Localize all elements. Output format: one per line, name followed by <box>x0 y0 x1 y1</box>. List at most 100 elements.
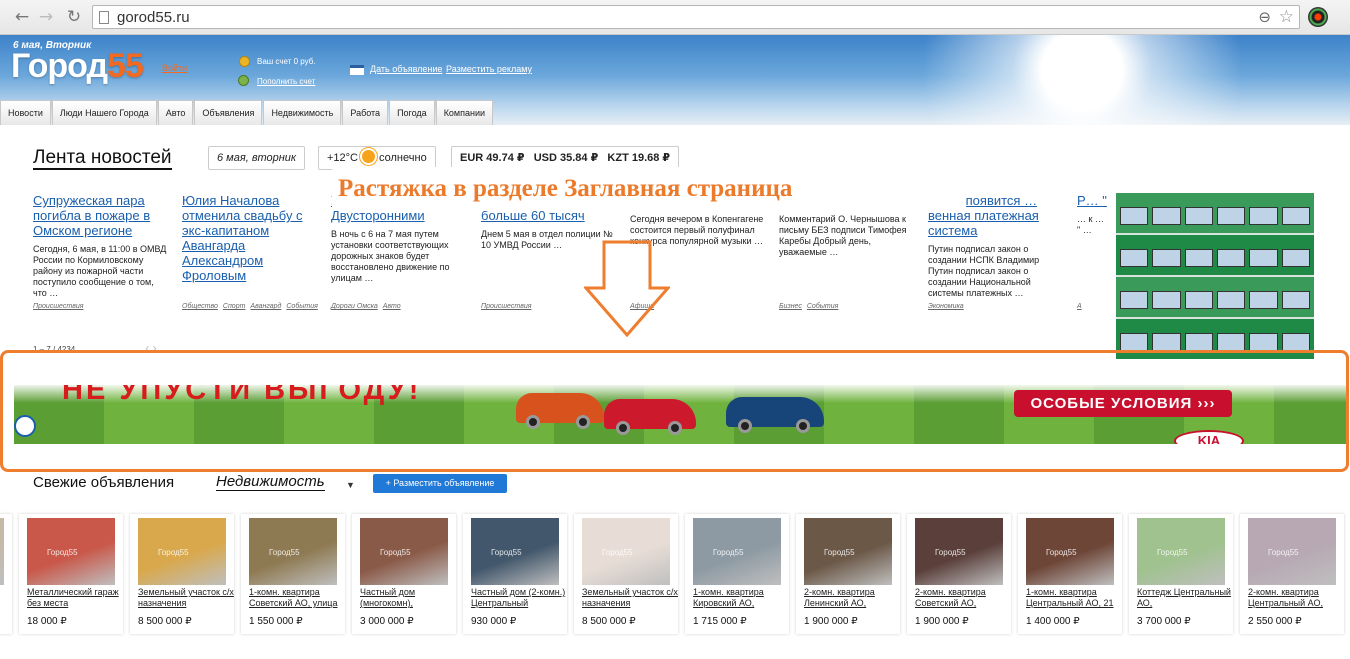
ad-card[interactable]: Город55 1-комн. квартира Советский АО, ул… <box>241 514 345 634</box>
topup-link[interactable]: Пополнить счет <box>257 77 315 86</box>
ad-photo[interactable]: Город55 <box>249 518 337 585</box>
nav-tab[interactable]: Люди Нашего Города <box>51 100 157 125</box>
ad-card[interactable]: Город55 Частный дом (2-комн.) Центральный… <box>463 514 567 634</box>
address-bar[interactable]: gorod55.ru ⊖ ☆ <box>92 5 1300 29</box>
news-tag-link[interactable]: Авангард <box>250 303 281 310</box>
news-item-text: Путин подписал закон о создании НСПК Вла… <box>928 244 1040 298</box>
ad-card[interactable]: Город55 1-комн. квартира Кировский АО, 1 7… <box>685 514 789 634</box>
ad-title[interactable]: Земельный участок с/х назначения <box>582 587 678 611</box>
post-ad-button[interactable]: + Разместить объявление <box>373 474 507 493</box>
ad-title[interactable]: 2-комн. квартира Центральный АО, <box>1248 587 1344 611</box>
ad-title[interactable]: Частный дом (2-комн.) Центральный <box>471 587 567 611</box>
ad-photo[interactable]: Город55 <box>471 518 559 585</box>
ad-photo[interactable]: Город55 <box>693 518 781 585</box>
news-item-tags: Происшествия <box>481 303 601 311</box>
news-tag-link[interactable]: Бизнес <box>779 303 802 310</box>
news-item-tags: Экономика <box>928 303 1048 311</box>
ad-photo[interactable]: Город55 <box>804 518 892 585</box>
news-tag-link[interactable]: Спорт <box>223 303 246 310</box>
ad-photo[interactable]: Город55 <box>360 518 448 585</box>
photo-watermark: Город55 <box>1046 548 1077 557</box>
news-tag-link[interactable]: А <box>1077 303 1082 310</box>
ad-card[interactable]: Город55 …ица <box>0 514 12 634</box>
ads-category-select[interactable]: Недвижимость <box>216 473 325 491</box>
ad-card[interactable]: Город55 2-комн. квартира Советский АО, 1 9… <box>907 514 1011 634</box>
news-item-title[interactable]: Р… " <box>1077 193 1107 208</box>
ad-photo[interactable]: Город55 <box>27 518 115 585</box>
ad-card[interactable]: Город55 Земельный участок с/х назначения 8… <box>574 514 678 634</box>
ad-photo[interactable]: Город55 <box>1248 518 1336 585</box>
nav-tab[interactable]: Новости <box>0 100 51 125</box>
side-ad-shelves[interactable] <box>1116 193 1314 359</box>
temperature: +12°C <box>327 152 359 164</box>
news-item-title[interactable]: Супружеская пара погибла в пожаре в Омск… <box>33 193 168 238</box>
ad-card[interactable]: Город55 Частный дом (многокомн), 3 000 000… <box>352 514 456 634</box>
ad-title[interactable]: Металлический гараж без места <box>27 587 123 611</box>
nav-tab[interactable]: Погода <box>389 100 435 125</box>
ad-price: 8 500 000 ₽ <box>138 616 192 627</box>
news-tag-link[interactable]: Экономика <box>928 303 964 310</box>
place-ad-link[interactable]: Разместить рекламу <box>446 64 532 74</box>
login-link[interactable]: Войти <box>162 63 187 73</box>
photo-watermark: Город55 <box>824 548 855 557</box>
news-feed-title[interactable]: Лента новостей <box>33 148 172 170</box>
nav-tab[interactable]: Объявления <box>194 100 263 125</box>
fresh-ads-title: Свежие объявления <box>33 474 175 491</box>
url-text: gorod55.ru <box>117 9 190 26</box>
ad-title[interactable]: 1-комн. квартира Советский АО, улица <box>249 587 345 611</box>
ad-title[interactable]: Земельный участок с/х назначения <box>138 587 234 611</box>
ad-card[interactable]: Город55 Металлический гараж без места 18 0… <box>19 514 123 634</box>
news-item-title[interactable]: Юлия Началова отменила свадьбу с экс-кап… <box>182 193 317 283</box>
ad-title[interactable]: Коттедж Центральный АО, <box>1137 587 1233 611</box>
browser-toolbar: ← → ↻ gorod55.ru ⊖ ☆ <box>0 0 1350 35</box>
ad-card[interactable]: Город55 2-комн. квартира Центральный АО, 2… <box>1240 514 1344 634</box>
eur-rate: EUR 49.74 ₽ <box>460 152 525 164</box>
ad-card[interactable]: Город55 1-комн. квартира Центральный АО, … <box>1018 514 1122 634</box>
date-pill: 6 мая, вторник <box>208 146 306 170</box>
news-tag-link[interactable]: Происшествия <box>33 303 84 310</box>
ad-title[interactable]: 1-комн. квартира Кировский АО, <box>693 587 789 611</box>
photo-watermark: Город55 <box>602 548 633 557</box>
ad-title[interactable]: 2-комн. квартира Советский АО, <box>915 587 1011 611</box>
ad-card[interactable]: Город55 Земельный участок с/х назначения 8… <box>130 514 234 634</box>
logo-main: Город <box>11 47 108 85</box>
ad-photo[interactable]: Город55 <box>1026 518 1114 585</box>
nav-tab[interactable]: Компании <box>435 100 494 125</box>
chevron-down-icon[interactable]: ▼ <box>346 480 355 490</box>
ad-photo[interactable]: Город55 <box>582 518 670 585</box>
photo-watermark: Город55 <box>380 548 411 557</box>
ad-photo[interactable]: Город55 <box>915 518 1003 585</box>
ad-photo[interactable]: Город55 <box>138 518 226 585</box>
site-logo[interactable]: Город55 <box>11 47 144 86</box>
nav-tab[interactable]: Работа <box>342 100 389 125</box>
news-tag-link[interactable]: Происшествия <box>481 303 532 310</box>
shelf <box>1116 193 1314 233</box>
ad-price: 1 900 000 ₽ <box>804 616 858 627</box>
photo-watermark: Город55 <box>935 548 966 557</box>
page: ← → ↻ gorod55.ru ⊖ ☆ 6 мая, Вторник Горо… <box>0 0 1350 659</box>
post-ad-link[interactable]: Дать объявление <box>370 64 442 74</box>
news-tag-link[interactable]: События <box>807 303 839 310</box>
reload-icon[interactable]: ↻ <box>64 7 84 27</box>
back-arrow-icon[interactable]: ← <box>12 7 32 27</box>
nav-tab[interactable]: Недвижимость <box>263 100 342 125</box>
ad-photo[interactable]: Город55 <box>0 518 4 585</box>
news-tag-link[interactable]: События <box>286 303 318 310</box>
zoom-icon[interactable]: ⊖ <box>1258 8 1271 26</box>
extension-icon[interactable] <box>1308 7 1328 27</box>
news-tag-link[interactable]: Общество <box>182 303 218 310</box>
bookmark-star-icon[interactable]: ☆ <box>1279 7 1294 27</box>
ad-title[interactable]: 2-комн. квартира Ленинский АО, <box>804 587 900 611</box>
ad-card[interactable]: Город55 Коттедж Центральный АО, 3 700 000 … <box>1129 514 1233 634</box>
photo-watermark: Город55 <box>47 548 78 557</box>
ad-title[interactable]: 1-комн. квартира Центральный АО, 21 <box>1026 587 1122 611</box>
forward-arrow-icon[interactable]: → <box>36 7 56 27</box>
coin-icon <box>239 56 250 67</box>
ad-photo[interactable]: Город55 <box>1137 518 1225 585</box>
news-tag-link[interactable]: Дороги Омска <box>331 303 378 310</box>
ad-title[interactable]: Частный дом (многокомн), <box>360 587 456 611</box>
ad-title[interactable]: …ица <box>0 587 12 611</box>
news-tag-link[interactable]: Авто <box>383 303 401 310</box>
nav-tab[interactable]: Авто <box>157 100 194 125</box>
ad-card[interactable]: Город55 2-комн. квартира Ленинский АО, 1 9… <box>796 514 900 634</box>
